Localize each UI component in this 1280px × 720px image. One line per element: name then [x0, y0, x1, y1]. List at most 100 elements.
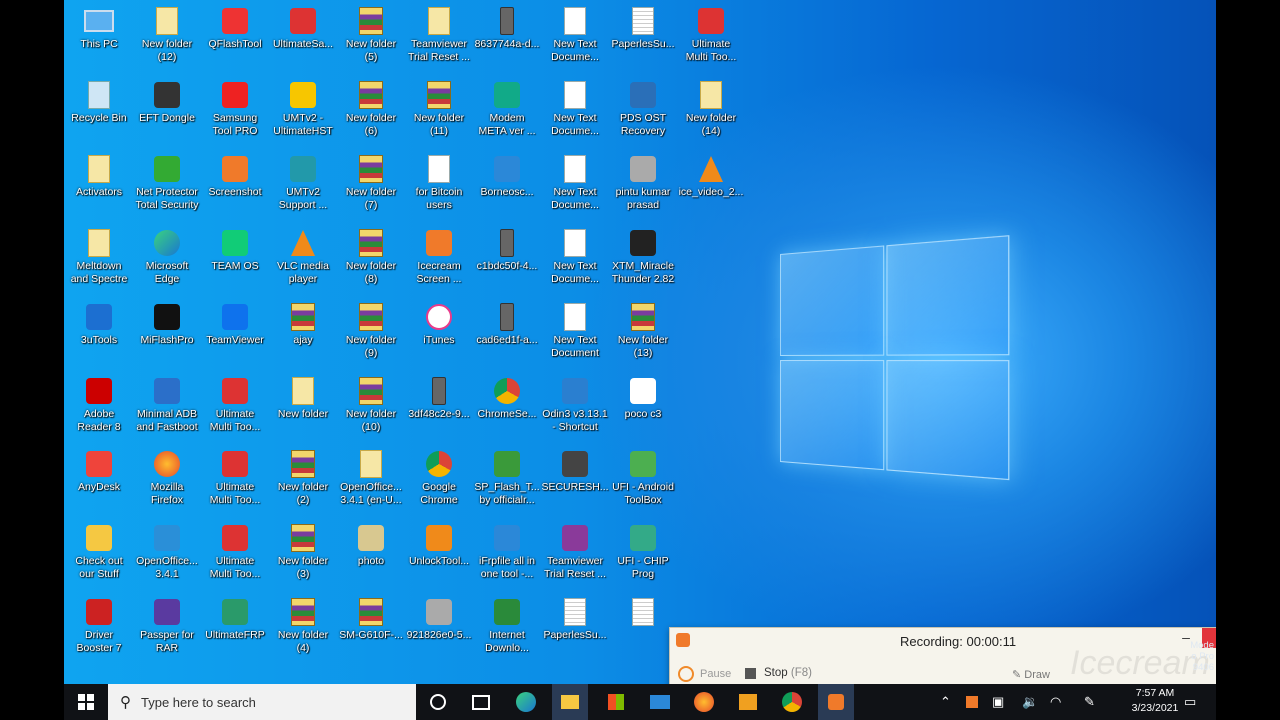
- desktop-icon[interactable]: New folder (13): [608, 302, 678, 360]
- desktop-icon[interactable]: iTunes: [404, 302, 474, 347]
- desktop-icon[interactable]: AnyDesk: [64, 449, 134, 494]
- media-player-icon[interactable]: [736, 690, 760, 714]
- search-box[interactable]: ⚲ Type here to search: [108, 684, 416, 720]
- firefox-taskbar-icon[interactable]: [692, 690, 716, 714]
- desktop-icon[interactable]: poco c3: [608, 376, 678, 421]
- tray-network-drive-icon[interactable]: ▣: [992, 684, 1004, 720]
- desktop-icon[interactable]: PaperlesSu...: [540, 597, 610, 642]
- desktop-icon[interactable]: Teamviewer Trial Reset ...: [540, 523, 610, 581]
- tray-chevron-icon[interactable]: ⌃: [940, 684, 951, 720]
- desktop-icon[interactable]: Odin3 v3.13.1 - Shortcut: [540, 376, 610, 434]
- desktop-icon[interactable]: New folder (10): [336, 376, 406, 434]
- desktop-icon[interactable]: Teamviewer Trial Reset ...: [404, 6, 474, 64]
- desktop-icon[interactable]: OpenOffice... 3.4.1 (en-U...: [336, 449, 406, 507]
- desktop-icon[interactable]: Passper for RAR: [132, 597, 202, 655]
- desktop-icon[interactable]: EFT Dongle: [132, 80, 202, 125]
- desktop-icon[interactable]: New folder (11): [404, 80, 474, 138]
- desktop-icon[interactable]: UMTv2 Support ...: [268, 154, 338, 212]
- desktop-icon[interactable]: Google Chrome: [404, 449, 474, 507]
- desktop-icon[interactable]: cad6ed1f-a...: [472, 302, 542, 347]
- desktop-icon[interactable]: ChromeSe...: [472, 376, 542, 421]
- pause-icon[interactable]: [678, 666, 694, 682]
- desktop-icon[interactable]: UMTv2 - UltimateHST: [268, 80, 338, 138]
- mail-icon[interactable]: [648, 690, 672, 714]
- stop-icon[interactable]: [745, 668, 756, 679]
- desktop-icon[interactable]: Microsoft Edge: [132, 228, 202, 286]
- desktop-icon[interactable]: iFrpfile all in one tool -...: [472, 523, 542, 581]
- desktop-icon[interactable]: pintu kumar prasad: [608, 154, 678, 212]
- desktop-icon[interactable]: UltimateFRP: [200, 597, 270, 642]
- pen-icon[interactable]: ✎: [1084, 684, 1095, 720]
- start-button[interactable]: [64, 684, 108, 720]
- clock[interactable]: 7:57 AM 3/23/2021: [1126, 686, 1184, 716]
- notification-icon[interactable]: ▭: [1184, 684, 1196, 720]
- desktop-icon[interactable]: Ultimate Multi Too...: [676, 6, 746, 64]
- desktop-icon[interactable]: ajay: [268, 302, 338, 347]
- desktop-icon[interactable]: 3uTools: [64, 302, 134, 347]
- desktop-icon[interactable]: Samsung Tool PRO: [200, 80, 270, 138]
- desktop-icon[interactable]: UFI - Android ToolBox: [608, 449, 678, 507]
- pause-button[interactable]: Pause: [700, 668, 731, 680]
- desktop-icon[interactable]: New folder (5): [336, 6, 406, 64]
- desktop-icon[interactable]: photo: [336, 523, 406, 568]
- desktop-icon[interactable]: Recycle Bin: [64, 80, 134, 125]
- desktop-icon[interactable]: Meltdown and Spectre: [64, 228, 134, 286]
- desktop-icon[interactable]: New Text Docume...: [540, 80, 610, 138]
- volume-icon[interactable]: 🔉: [1022, 684, 1038, 720]
- desktop-icon[interactable]: UnlockTool...: [404, 523, 474, 568]
- desktop-icon[interactable]: New Text Docume...: [540, 6, 610, 64]
- desktop-icon[interactable]: New Text Document: [540, 302, 610, 360]
- desktop-icon[interactable]: Ultimate Multi Too...: [200, 376, 270, 434]
- search-input[interactable]: Type here to search: [141, 695, 256, 710]
- stop-button[interactable]: Stop (F8): [764, 667, 812, 679]
- desktop-icon[interactable]: Modem META ver ...: [472, 80, 542, 138]
- desktop-icon[interactable]: New folder (12): [132, 6, 202, 64]
- desktop-icon[interactable]: XTM_Miracle Thunder 2.82: [608, 228, 678, 286]
- desktop-icon[interactable]: Net Protector Total Security: [132, 154, 202, 212]
- desktop-icon[interactable]: Driver Booster 7: [64, 597, 134, 655]
- desktop-icon[interactable]: Ultimate Multi Too...: [200, 523, 270, 581]
- desktop-icon[interactable]: SM-G610F-...: [336, 597, 406, 642]
- wifi-icon[interactable]: ◠: [1050, 684, 1061, 720]
- desktop-icon[interactable]: New Text Docume...: [540, 228, 610, 286]
- desktop-icon[interactable]: Ultimate Multi Too...: [200, 449, 270, 507]
- tray-app-icon[interactable]: [966, 684, 978, 720]
- desktop-icon[interactable]: New folder (4): [268, 597, 338, 655]
- desktop-icon[interactable]: OpenOffice... 3.4.1: [132, 523, 202, 581]
- desktop-icon[interactable]: New folder: [268, 376, 338, 421]
- desktop-icon[interactable]: This PC: [64, 6, 134, 51]
- desktop-icon[interactable]: Borneosc...: [472, 154, 542, 199]
- draw-button[interactable]: ✎ Draw: [1012, 668, 1050, 681]
- desktop-icon[interactable]: Activators: [64, 154, 134, 199]
- desktop-icon[interactable]: New Text Docume...: [540, 154, 610, 212]
- desktop-icon[interactable]: for Bitcoin users: [404, 154, 474, 212]
- desktop-icon[interactable]: Internet Downlo...: [472, 597, 542, 655]
- desktop-icon[interactable]: QFlashTool: [200, 6, 270, 51]
- desktop-icon[interactable]: New folder (3): [268, 523, 338, 581]
- desktop-icon[interactable]: VLC media player: [268, 228, 338, 286]
- cortana-icon[interactable]: [426, 690, 450, 714]
- desktop-icon[interactable]: c1bdc50f-4...: [472, 228, 542, 273]
- desktop-icon[interactable]: New folder (8): [336, 228, 406, 286]
- desktop-icon[interactable]: UltimateSa...: [268, 6, 338, 51]
- desktop-icon[interactable]: New folder (7): [336, 154, 406, 212]
- desktop-icon[interactable]: ice_video_2...: [676, 154, 746, 199]
- desktop-icon[interactable]: 921826e0-5...: [404, 597, 474, 642]
- desktop-icon[interactable]: Minimal ADB and Fastboot: [132, 376, 202, 434]
- desktop-icon[interactable]: Mozilla Firefox: [132, 449, 202, 507]
- desktop-icon[interactable]: SECURESH...: [540, 449, 610, 494]
- store-icon[interactable]: [604, 690, 628, 714]
- desktop-icon[interactable]: TeamViewer: [200, 302, 270, 347]
- desktop-icon[interactable]: 3df48c2e-9...: [404, 376, 474, 421]
- task-view-icon[interactable]: [469, 690, 493, 714]
- desktop-icon[interactable]: New folder (14): [676, 80, 746, 138]
- chrome-taskbar-icon[interactable]: [780, 690, 804, 714]
- desktop-icon[interactable]: SP_Flash_T... by officialr...: [472, 449, 542, 507]
- desktop-icon[interactable]: PDS OST Recovery: [608, 80, 678, 138]
- desktop-icon[interactable]: Screenshot: [200, 154, 270, 199]
- icecream-taskbar-icon[interactable]: [818, 684, 854, 720]
- desktop-icon[interactable]: New folder (9): [336, 302, 406, 360]
- desktop-icon[interactable]: MiFlashPro: [132, 302, 202, 347]
- edge-taskbar-icon[interactable]: [514, 690, 538, 714]
- desktop-icon[interactable]: UFI - CHIP Prog: [608, 523, 678, 581]
